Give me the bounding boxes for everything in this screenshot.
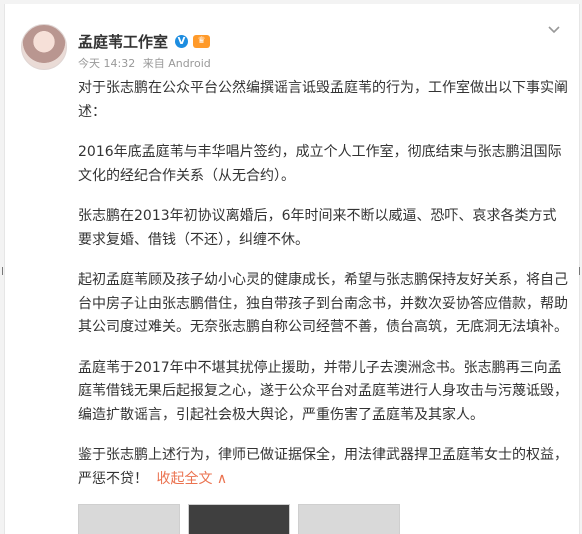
- thumbnail-image[interactable]: [78, 504, 180, 534]
- author-name[interactable]: 孟庭苇工作室: [78, 31, 168, 52]
- edge-mark: [579, 267, 580, 275]
- author-avatar[interactable]: [21, 24, 67, 70]
- post-paragraph-last: 鉴于张志鹏上述行为，律师已做证据保全，用法律武器捍卫孟庭苇女士的权益，严惩不贷！…: [78, 444, 570, 491]
- edge-mark: [2, 267, 3, 275]
- weibo-post-card: 孟庭苇工作室 V ♛ 今天 14:32 来自 Android 对于张志鹏在公众平…: [4, 4, 580, 534]
- post-content: 对于张志鹏在公众平台公然编撰谣言诋毁孟庭苇的行为，工作室做出以下事实阐述： 20…: [78, 77, 570, 508]
- post-paragraph: 张志鹏在2013年初协议离婚后，6年时间来不断以威逼、恐吓、哀求各类方式要求复婚…: [78, 208, 557, 248]
- collapse-full-text-link[interactable]: 收起全文 ∧: [156, 471, 227, 487]
- post-time[interactable]: 今天 14:32: [78, 57, 135, 70]
- post-source: 来自 Android: [142, 57, 211, 70]
- verified-badge-icon: V: [175, 34, 189, 48]
- thumbnail-image[interactable]: [298, 504, 400, 534]
- thumbnail-image[interactable]: [188, 504, 290, 534]
- vip-crown-icon: ♛: [193, 34, 211, 48]
- post-paragraph: 对于张志鹏在公众平台公然编撰谣言诋毁孟庭苇的行为，工作室做出以下事实阐述：: [78, 80, 568, 120]
- post-paragraph: 起初孟庭苇顾及孩子幼小心灵的健康成长，希望与张志鹏保持友好关系，将自己台中房子让…: [78, 272, 568, 335]
- author-row: 孟庭苇工作室 V ♛: [78, 30, 211, 52]
- image-thumbnails: [78, 504, 400, 534]
- post-paragraph: 孟庭苇于2017年中不堪其扰停止援助，并带儿子去澳洲念书。张志鹏再三向孟庭苇借钱…: [78, 359, 568, 423]
- chevron-down-icon[interactable]: [547, 22, 561, 36]
- post-meta: 今天 14:32 来自 Android: [78, 55, 211, 71]
- post-paragraph-text: 鉴于张志鹏上述行为，律师已做证据保全，用法律武器捍卫孟庭苇女士的权益，严惩不贷！: [78, 447, 568, 487]
- post-paragraph: 2016年底孟庭苇与丰华唱片签约，成立个人工作室，彻底结束与张志鹏沮国际文化的经…: [78, 144, 562, 184]
